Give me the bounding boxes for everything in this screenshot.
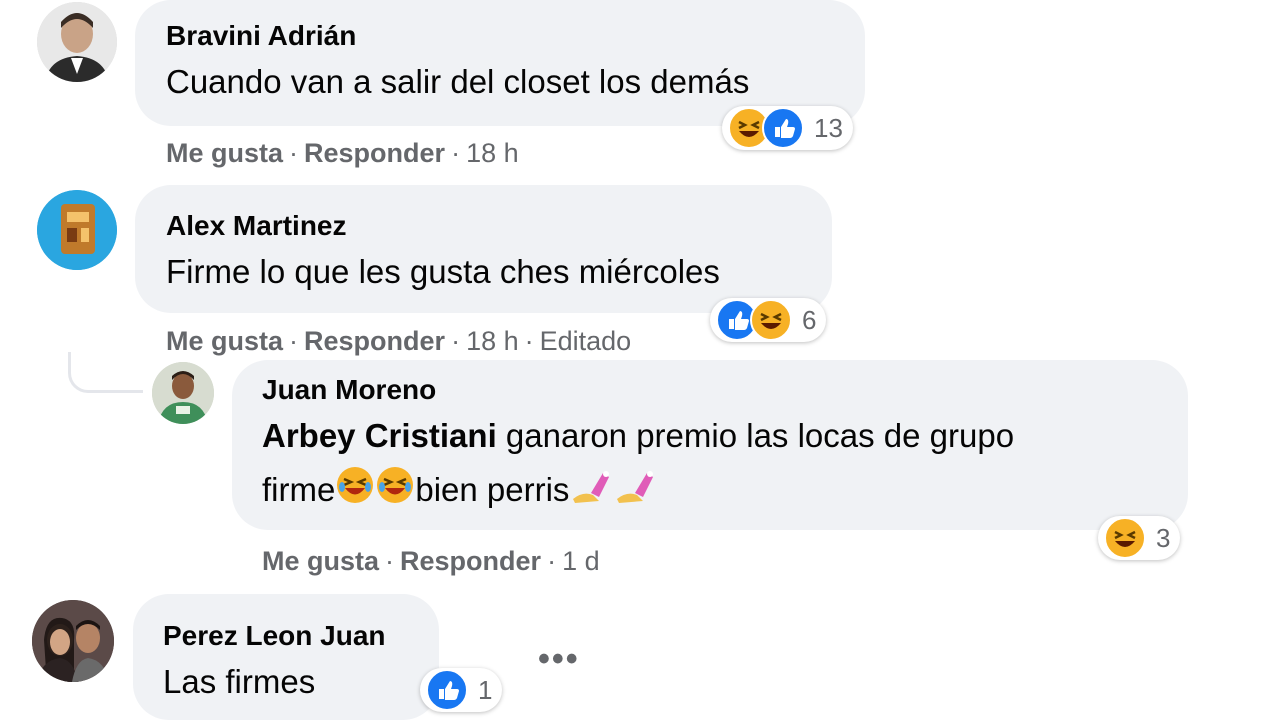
more-options-icon[interactable]: ••• [538,640,580,679]
mention-link[interactable]: Arbey Cristiani [262,417,497,454]
separator: · [524,326,534,356]
haha-reaction-icon [750,299,792,341]
comment-text: Las firmes [163,663,316,700]
edited-label[interactable]: Editado [540,326,632,356]
comment-text-line: ganaron premio las locas de grupo [505,417,1015,454]
reaction-count: 6 [802,304,817,335]
reaction-count: 13 [814,112,843,143]
like-button[interactable]: Me gusta [166,326,283,356]
avatar-photo [32,600,114,682]
avatar[interactable] [37,2,117,82]
comment-author[interactable]: Bravini Adrián [166,20,356,52]
nail-polish-emoji-icon [569,465,613,520]
comment-text: Cuando van a salir del closet los demás [166,63,750,100]
separator: · [289,138,299,168]
rolling-laughing-emoji-icon [335,465,375,520]
comment-text: firme bien perris [262,464,657,520]
reply-button[interactable]: Responder [304,326,445,356]
avatar[interactable] [37,190,117,270]
reaction-summary[interactable]: 1 [420,668,503,712]
nail-polish-emoji-icon [613,465,657,520]
like-reaction-icon [426,669,468,711]
separator: · [289,326,299,356]
comment-text-line: firme [262,471,336,508]
separator: · [385,546,395,576]
separator: · [451,326,461,356]
timestamp[interactable]: 18 h [466,138,519,168]
avatar-photo [37,2,117,82]
avatar-photo [37,190,117,270]
comment-actions: Me gusta · Responder · 1 d [262,546,600,577]
comment-author[interactable]: Alex Martinez [166,210,347,242]
reply-button[interactable]: Responder [400,546,541,576]
timestamp[interactable]: 1 d [562,546,600,576]
avatar[interactable] [32,600,114,682]
reaction-count: 3 [1156,522,1171,553]
rolling-laughing-emoji-icon [375,465,415,520]
comment-text: Arbey Cristiani ganaron premio las locas… [262,410,1014,462]
like-button[interactable]: Me gusta [262,546,379,576]
separator: · [547,546,557,576]
reply-button[interactable]: Responder [304,138,445,168]
comment-author[interactable]: Juan Moreno [262,374,436,406]
comment-actions: Me gusta · Responder · 18 h · Editado [166,326,631,357]
separator: · [451,138,461,168]
comment-author[interactable]: Perez Leon Juan [163,620,386,652]
reply-thread-line [68,352,143,393]
like-reaction-icon [762,107,804,149]
avatar-photo [152,362,214,424]
reaction-summary[interactable]: 3 [1098,516,1181,560]
reaction-summary[interactable]: 6 [710,298,827,342]
comment-text: Firme lo que les gusta ches miércoles [166,253,720,290]
reaction-count: 1 [478,674,493,705]
avatar[interactable] [152,362,214,424]
comment-actions: Me gusta · Responder · 18 h [166,138,519,169]
like-button[interactable]: Me gusta [166,138,283,168]
haha-reaction-icon [1104,517,1146,559]
reaction-summary[interactable]: 13 [722,106,853,150]
timestamp[interactable]: 18 h [466,326,519,356]
comment-text-line: bien perris [415,471,570,508]
